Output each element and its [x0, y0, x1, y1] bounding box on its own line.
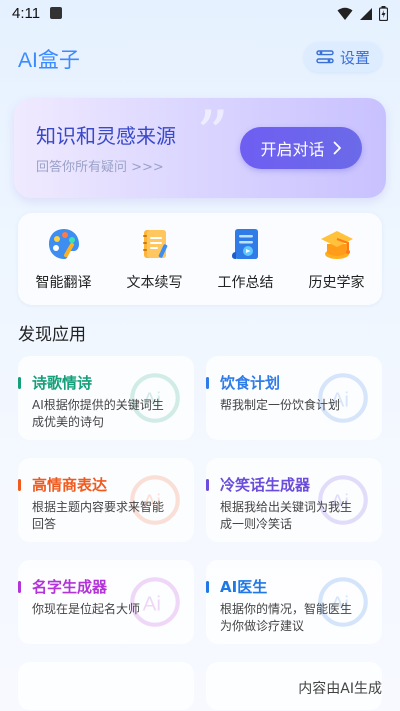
app-card-title: AI医生 — [220, 578, 268, 596]
section-title: 发现应用 — [18, 325, 86, 345]
notebook-icon — [142, 230, 167, 258]
accent-bar — [206, 377, 209, 389]
app-card-desc: 帮我制定一份饮食计划 — [220, 398, 341, 412]
battery-icon — [379, 6, 388, 21]
app-card-ai-doctor[interactable]: Ai AI医生 根据你的情况，智能医生为你做诊疗建议 — [206, 560, 382, 644]
chevron-right-icon — [333, 141, 341, 155]
app-card-partial[interactable] — [18, 662, 194, 710]
palette-icon — [48, 229, 79, 259]
settings-button[interactable]: 设置 — [304, 42, 382, 72]
app-title: AI盒子 — [18, 49, 80, 72]
tool-historian-label: 历史学家 — [308, 275, 365, 291]
app-card-diet-plan[interactable]: Ai 饮食计划 帮我制定一份饮食计划 — [206, 356, 382, 440]
app-card-desc: 根据我给出关键词为我生成一则冷笑话 — [220, 500, 353, 531]
accent-bar — [18, 581, 21, 593]
settings-sliders-icon — [316, 50, 334, 64]
signal-icon — [360, 7, 372, 20]
app-card-name-generator[interactable]: Ai 名字生成器 你现在是位起名大师 — [18, 560, 194, 644]
app-card-desc: 根据你的情况，智能医生为你做诊疗建议 — [220, 602, 353, 633]
app-card-title: 高情商表达 — [32, 476, 108, 494]
app-card-title: 冷笑话生成器 — [220, 476, 311, 494]
quote-decoration: ” — [196, 98, 229, 172]
app-card-poetry[interactable]: Ai 诗歌情诗 AI根据你提供的关键词生成优美的诗句 — [18, 356, 194, 440]
tool-translate-label: 智能翻译 — [35, 275, 92, 291]
start-chat-button[interactable]: 开启对话 — [240, 127, 362, 169]
status-icons — [337, 6, 388, 21]
tool-continue-writing[interactable]: 文本续写 — [112, 226, 198, 292]
app-card-title: 饮食计划 — [220, 374, 281, 392]
app-card-joke-generator[interactable]: Ai 冷笑话生成器 根据我给出关键词为我生成一则冷笑话 — [206, 458, 382, 542]
app-card-desc: AI根据你提供的关键词生成优美的诗句 — [32, 398, 164, 429]
accent-bar — [206, 581, 209, 593]
settings-label: 设置 — [339, 48, 370, 67]
accent-bar — [18, 377, 21, 389]
status-bar: 4:11 — [0, 0, 400, 28]
accent-bar — [18, 479, 21, 491]
accent-bar — [206, 479, 209, 491]
app-card-title: 名字生成器 — [32, 578, 108, 596]
app-card-desc: 你现在是位起名大师 — [32, 602, 141, 616]
hero-title: 知识和灵感来源 — [36, 124, 176, 148]
start-chat-label: 开启对话 — [260, 140, 325, 159]
grad-cap-icon — [320, 231, 353, 259]
tool-shortcuts: 智能翻译 文本续写 工作总结 历史学家 — [18, 213, 382, 305]
app-header: AI盒子 设置 — [0, 38, 400, 78]
summary-icon — [231, 229, 258, 259]
app-card-desc: 根据主题内容要求来智能回答 — [32, 500, 165, 531]
status-time: 4:11 — [12, 5, 41, 22]
wifi-icon — [337, 7, 353, 20]
hero-subtitle: 回答你所有疑问 >>> — [36, 160, 164, 175]
hero-banner[interactable]: ” 知识和灵感来源 回答你所有疑问 >>> 开启对话 — [14, 98, 386, 198]
notification-icon — [50, 7, 62, 19]
tool-historian[interactable]: 历史学家 — [294, 226, 380, 292]
app-card-eq-expression[interactable]: Ai 高情商表达 根据主题内容要求来智能回答 — [18, 458, 194, 542]
tool-work-summary[interactable]: 工作总结 — [203, 226, 289, 292]
app-card-title: 诗歌情诗 — [32, 374, 93, 392]
tool-continue-writing-label: 文本续写 — [126, 275, 183, 291]
tool-work-summary-label: 工作总结 — [217, 275, 274, 291]
tool-translate[interactable]: 智能翻译 — [21, 226, 107, 292]
ai-generated-note: 内容由AI生成 — [298, 681, 382, 697]
